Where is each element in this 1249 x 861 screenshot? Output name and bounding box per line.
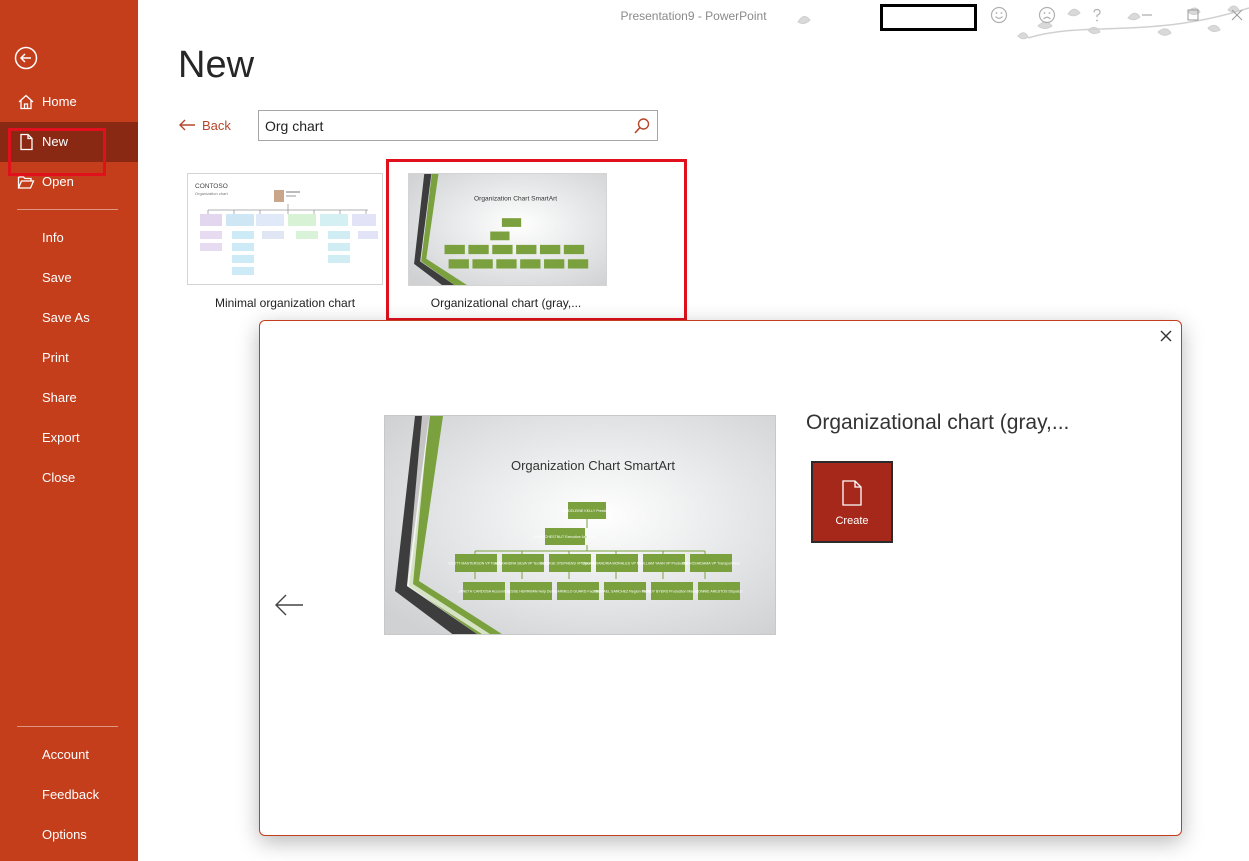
maximize-icon[interactable] [1184,6,1202,24]
sidebar-item-label: New [42,134,69,149]
backstage-sidebar: Home New Open Info Save Save As Print Sh… [0,0,138,861]
org-box-second-label: RYAN CHESTNUT Executive Assistant [534,535,596,539]
preview-template-title: Organizational chart (gray,... [806,411,1070,434]
new-document-icon [20,133,33,151]
thumb-title: Organization Chart SmartArt [474,196,557,203]
sidebar-item-options[interactable]: Options [0,815,138,855]
sidebar-item-label: Open [42,174,74,189]
sidebar-item-feedback[interactable]: Feedback [0,775,138,815]
preview-title: Organization Chart SmartArt [511,458,675,473]
template-thumbnail: CONTOSO Organization chart [187,173,383,285]
thumb-company: CONTOSO [195,183,228,190]
back-arrow-icon [179,119,195,131]
template-preview-dialog: Organization Chart SmartArt MADELEINE KE… [259,320,1182,836]
title-bar: Presentation9 - PowerPoint [138,0,1249,40]
sidebar-item-save[interactable]: Save [0,258,138,298]
sidebar-item-label: Info [42,230,64,245]
sidebar-item-label: Home [42,94,77,109]
sidebar-item-label: Save [42,270,72,285]
template-name: Organizational chart (gray,... [430,296,582,310]
template-name: Minimal organization chart [214,296,356,310]
sidebar-item-label: Save As [42,310,90,325]
org-box-top-label: MADELEINE KELLY President [563,509,612,513]
frown-feedback-icon[interactable] [1038,6,1056,24]
create-label: Create [835,515,869,527]
template-thumbnail: Organization Chart SmartArt [408,173,607,286]
sidebar-item-save-as[interactable]: Save As [0,298,138,338]
smile-feedback-icon[interactable] [990,6,1008,24]
minimize-icon[interactable] [1138,6,1156,24]
org-box-manager-label: CONNIE ARESTOS Dispatch [696,590,743,594]
org-box-manager-label: JANETH CARDOSA Accounting [458,590,509,594]
minimal-org-chart-preview: CONTOSO Organization chart [195,183,378,275]
sidebar-item-print[interactable]: Print [0,338,138,378]
sidebar-item-label: Account [42,747,89,762]
org-box-manager-label: RANDY BYERS Production Manager [642,590,702,594]
sidebar-item-label: Export [42,430,80,445]
close-window-icon[interactable] [1228,6,1246,24]
template-preview-image: Organization Chart SmartArt MADELEINE KE… [384,415,776,635]
sidebar-item-label: Share [42,390,77,405]
sidebar-divider [17,209,118,210]
sidebar-item-label: Options [42,827,87,842]
create-button[interactable]: Create [811,461,893,543]
sidebar-divider [17,726,118,727]
org-box-manager-label: JESSE HERRMAN Help Desk [507,590,555,594]
sidebar-item-label: Close [42,470,76,485]
sidebar-item-label: Feedback [42,787,100,802]
org-chart-slide: Organization Chart SmartArt MADELEINE KE… [385,416,775,634]
thumb-subtitle: Organization chart [195,191,229,196]
back-arrow-icon[interactable] [14,46,38,70]
sidebar-item-export[interactable]: Export [0,418,138,458]
user-name-redacted[interactable] [880,4,977,31]
sidebar-item-open[interactable]: Open [0,162,138,202]
sidebar-item-new[interactable]: New [0,122,138,162]
close-icon[interactable] [1159,329,1173,343]
page-title: New [178,44,255,86]
folder-open-icon [17,176,35,189]
help-icon[interactable] [1088,6,1106,24]
home-icon [18,94,34,110]
search-box [258,110,658,141]
org-chart-smartart-preview: Organization Chart SmartArt [409,174,606,285]
back-label: Back [202,118,231,133]
sidebar-item-share[interactable]: Share [0,378,138,418]
previous-arrow-icon[interactable] [274,593,304,617]
sidebar-item-close[interactable]: Close [0,458,138,498]
org-box-vp-label: KIM YOSHIDAMA VP Transportation [682,562,740,566]
search-input[interactable] [265,117,625,135]
search-icon[interactable] [633,117,651,135]
window-title: Presentation9 - PowerPoint [620,9,767,23]
sidebar-item-home[interactable]: Home [0,82,138,122]
sidebar-item-label: Print [42,350,69,365]
sidebar-item-info[interactable]: Info [0,218,138,258]
new-document-icon [842,480,862,506]
sidebar-item-account[interactable]: Account [0,735,138,775]
